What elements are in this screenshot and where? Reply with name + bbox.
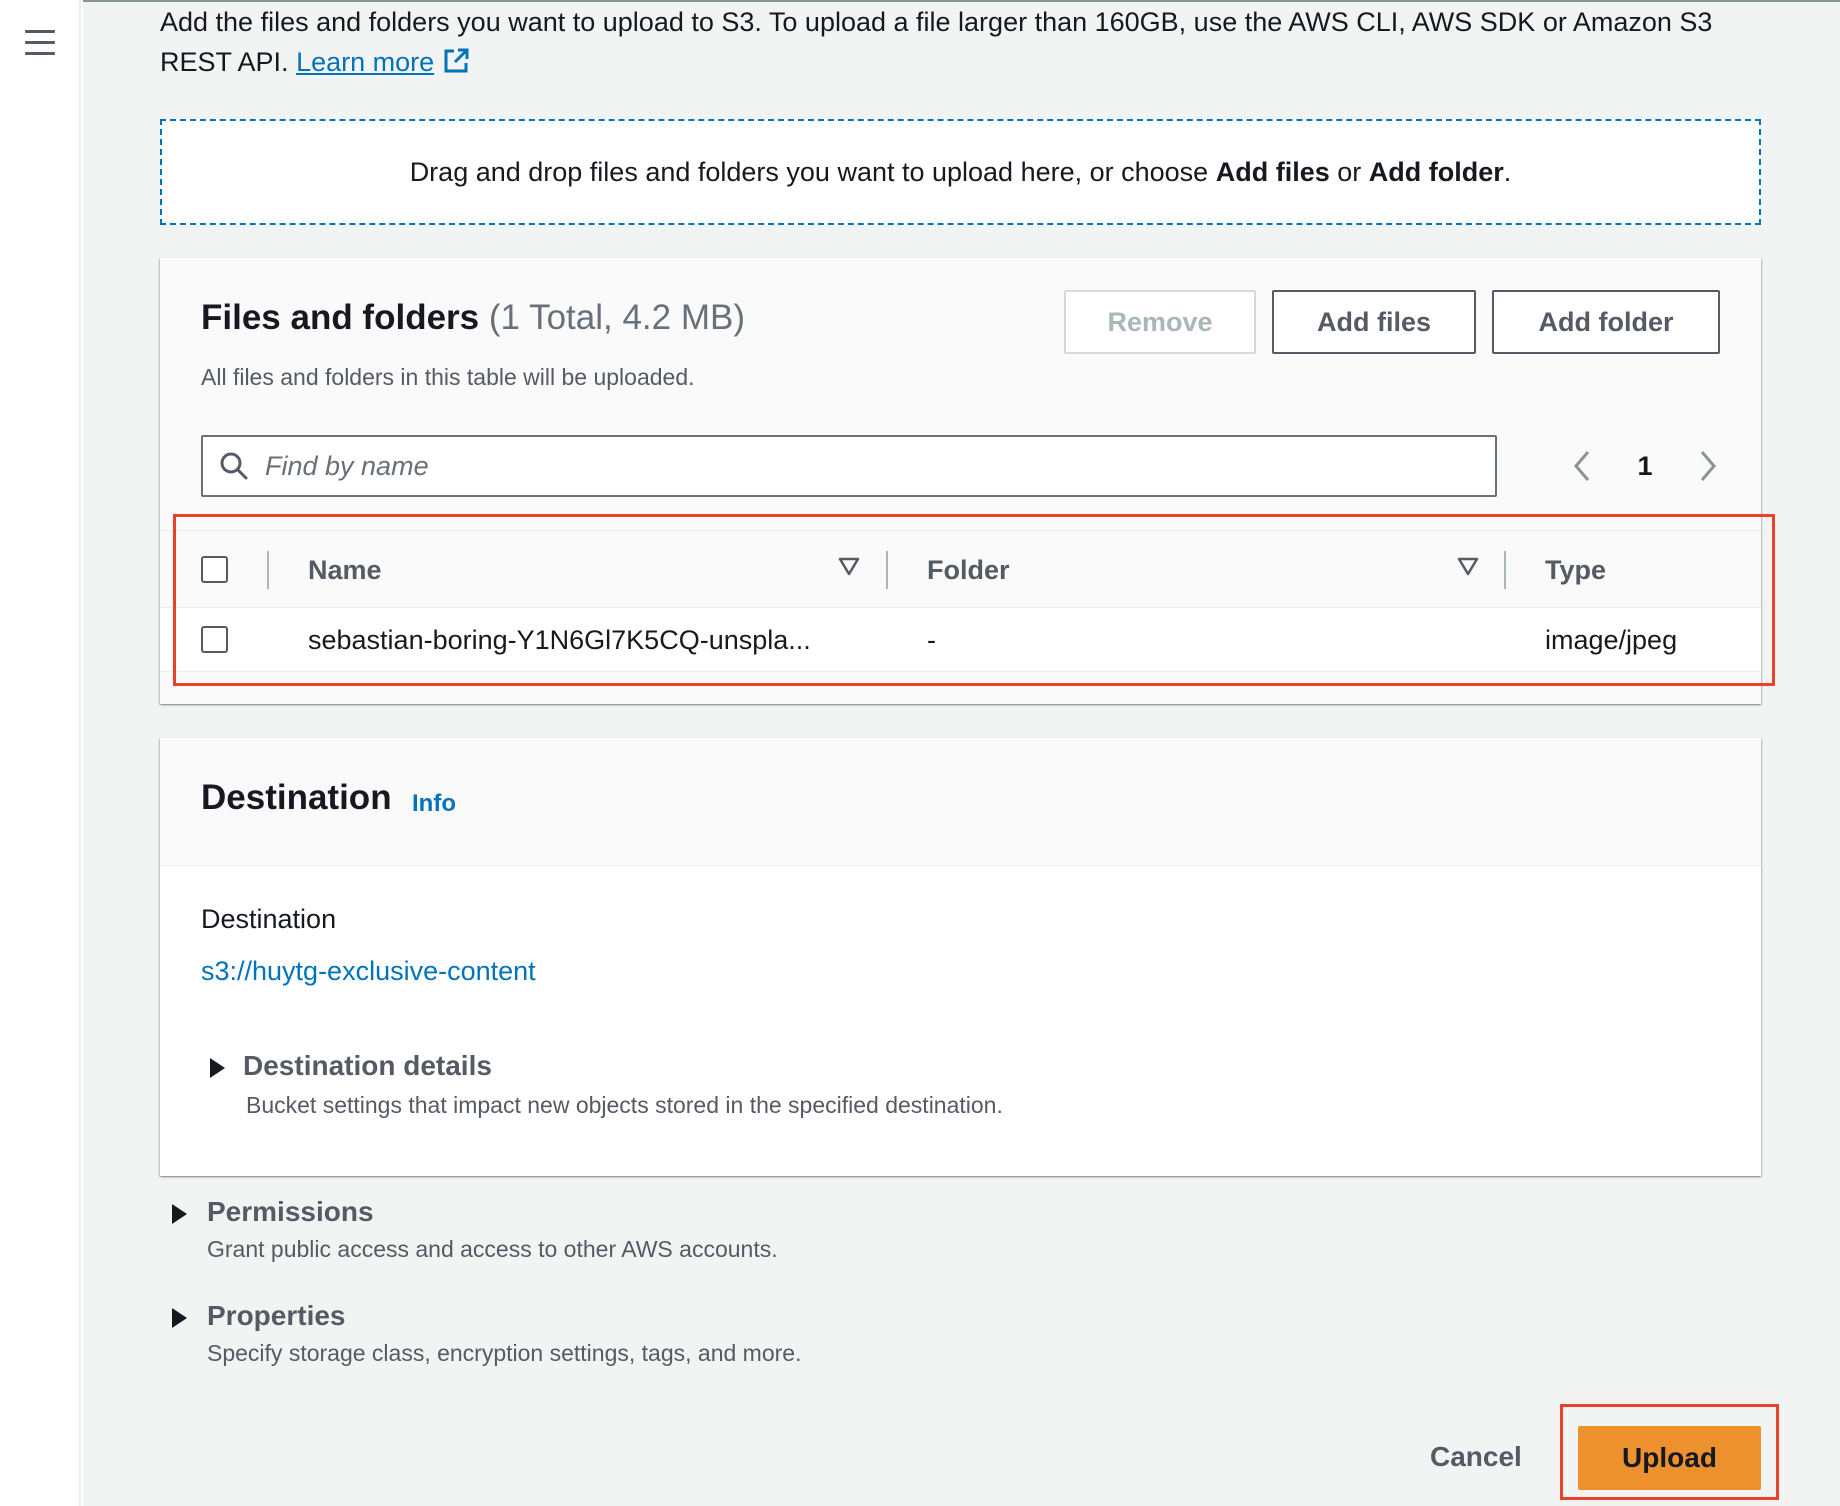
dropzone-add-folder: Add folder [1368, 156, 1504, 187]
files-panel-description: All files and folders in this table will… [201, 364, 695, 390]
sort-icon[interactable] [837, 555, 861, 579]
caret-right-icon [172, 1204, 187, 1224]
page-number[interactable]: 1 [1637, 451, 1652, 482]
dropzone-suffix: . [1503, 156, 1512, 187]
learn-more-label: Learn more [296, 47, 435, 77]
search-icon [220, 452, 248, 480]
caret-right-icon [172, 1308, 187, 1328]
type-cell: image/jpeg [1545, 624, 1678, 655]
left-navigation-rail [0, 0, 81, 1506]
next-page-icon[interactable] [1696, 449, 1720, 483]
destination-panel: Destination Info Destination s3://huytg-… [160, 738, 1761, 1176]
previous-page-icon[interactable] [1570, 449, 1594, 483]
pagination: 1 [1570, 436, 1720, 496]
permissions-expander[interactable]: Permissions [172, 1196, 374, 1228]
column-separator [267, 551, 269, 589]
search-input[interactable] [265, 450, 1465, 482]
menu-icon[interactable] [25, 30, 55, 56]
destination-details-description: Bucket settings that impact new objects … [246, 1092, 1003, 1118]
table-header: Name Folder Type [160, 530, 1761, 608]
destination-label: Destination [201, 904, 337, 934]
dropzone-or: or [1337, 156, 1362, 187]
files-and-folders-panel: Files and folders (1 Total, 4.2 MB) All … [160, 258, 1761, 704]
properties-expander[interactable]: Properties [172, 1300, 346, 1332]
permissions-description: Grant public access and access to other … [207, 1236, 778, 1262]
add-files-button[interactable]: Add files [1272, 290, 1476, 354]
destination-details-expander[interactable]: Destination details [210, 1050, 492, 1082]
file-name-cell: sebastian-boring-Y1N6Gl7K5CQ-unspla... [308, 624, 811, 655]
properties-description: Specify storage class, encryption settin… [207, 1340, 802, 1366]
files-count: (1 Total, 4.2 MB) [488, 298, 745, 337]
permissions-title: Permissions [207, 1196, 374, 1227]
drag-drop-zone[interactable]: Drag and drop files and folders you want… [160, 119, 1761, 225]
remove-button[interactable]: Remove [1064, 290, 1256, 354]
destination-details-title: Destination details [243, 1050, 492, 1081]
column-header-folder[interactable]: Folder [927, 531, 1010, 609]
destination-title: Destination [201, 778, 392, 817]
upload-intro-text: Add the files and folders you want to up… [160, 2, 1760, 82]
cancel-button[interactable]: Cancel [1430, 1441, 1522, 1473]
search-box [201, 435, 1497, 497]
info-link[interactable]: Info [412, 790, 456, 818]
files-panel-title: Files and folders (1 Total, 4.2 MB) [201, 298, 745, 338]
column-header-type[interactable]: Type [1545, 531, 1606, 609]
column-separator[interactable] [1504, 551, 1506, 589]
external-link-icon [444, 48, 469, 73]
files-panel-title-text: Files and folders [201, 298, 480, 337]
destination-header: Destination Info [160, 738, 1761, 866]
column-separator[interactable] [886, 551, 888, 589]
learn-more-link[interactable]: Learn more [296, 47, 470, 77]
add-folder-button[interactable]: Add folder [1492, 290, 1720, 354]
files-table: Name Folder Type sebastian-boring-Y1N6Gl… [160, 530, 1761, 672]
folder-cell: - [927, 624, 936, 655]
caret-right-icon [210, 1058, 225, 1078]
dropzone-add-files: Add files [1215, 156, 1330, 187]
sort-icon[interactable] [1456, 555, 1480, 579]
table-row: sebastian-boring-Y1N6Gl7K5CQ-unspla... -… [160, 608, 1761, 672]
column-header-name[interactable]: Name [308, 531, 382, 609]
upload-button[interactable]: Upload [1578, 1426, 1761, 1490]
destination-link[interactable]: s3://huytg-exclusive-content [201, 956, 536, 987]
properties-title: Properties [207, 1300, 346, 1331]
row-checkbox[interactable] [201, 626, 228, 653]
select-all-checkbox[interactable] [201, 556, 228, 583]
dropzone-prefix: Drag and drop files and folders you want… [409, 156, 1209, 187]
